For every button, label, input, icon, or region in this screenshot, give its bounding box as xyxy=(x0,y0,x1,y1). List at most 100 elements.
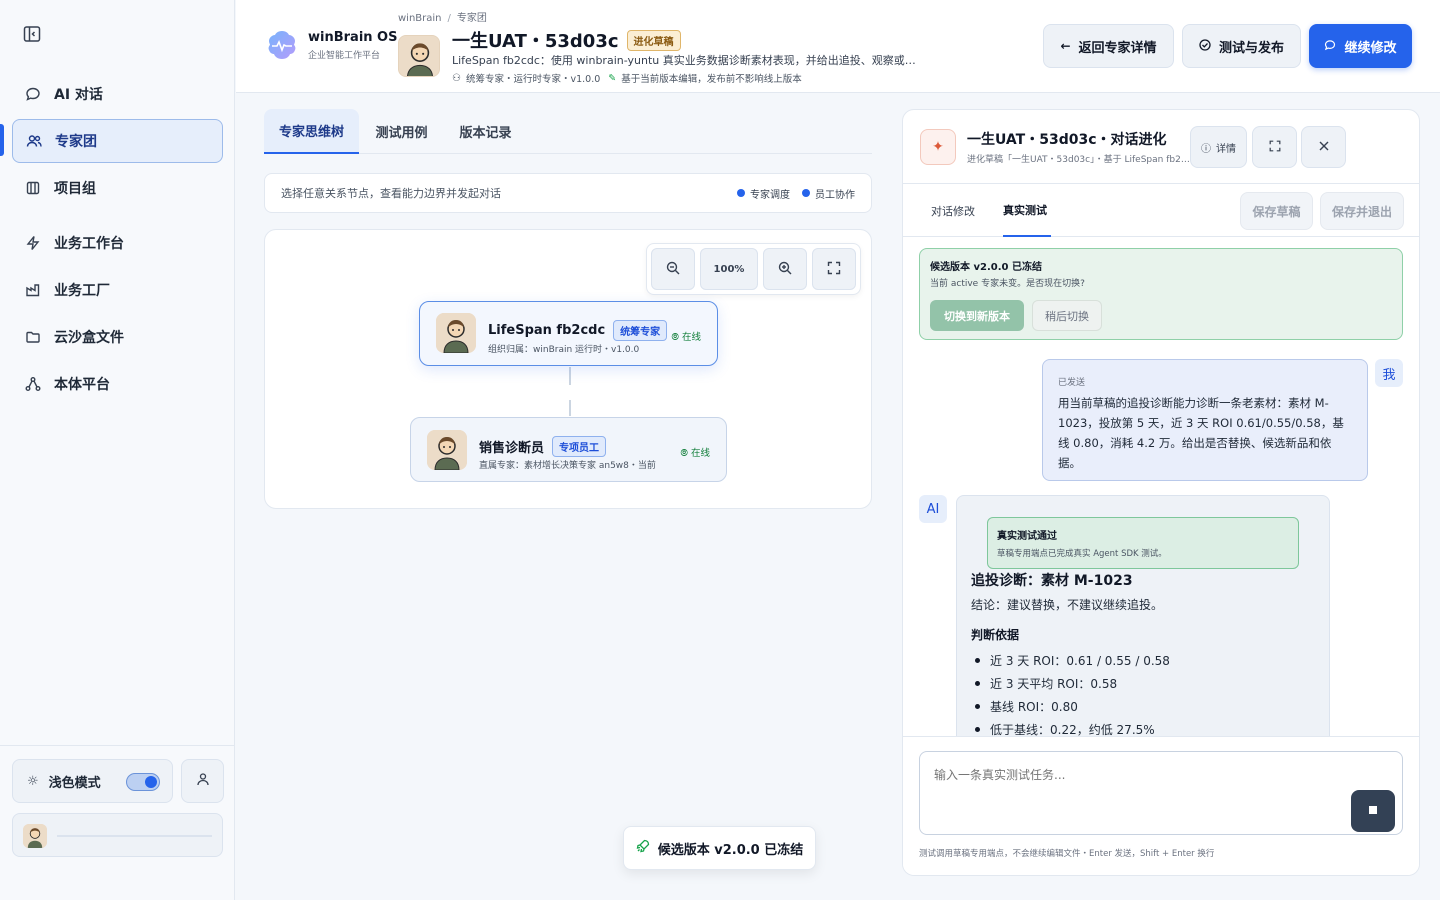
test-publish-button[interactable]: 测试与发布 xyxy=(1182,24,1301,68)
tab-test-cases[interactable]: 测试用例 xyxy=(364,109,439,154)
sidebar-item-project-group[interactable]: 项目组 xyxy=(12,166,223,210)
panel-close-button[interactable] xyxy=(1301,126,1346,168)
panel-expand-button[interactable] xyxy=(1252,126,1297,168)
breadcrumb-item[interactable]: winBrain xyxy=(398,13,442,24)
freeze-subtitle: 当前 active 专家未变。是否现在切换? xyxy=(930,279,1085,289)
test-pass-subtitle: 草稿专用端点已完成真实 Agent SDK 测试。 xyxy=(997,549,1167,559)
info-icon: ⓘ xyxy=(1201,143,1211,155)
zoom-in-icon xyxy=(777,260,793,279)
test-task-input[interactable] xyxy=(919,751,1403,835)
zoom-out-button[interactable] xyxy=(651,248,695,290)
folder-icon xyxy=(24,328,42,346)
node-title: 销售诊断员 专项员工 xyxy=(479,436,607,457)
continue-button-label: 继续修改 xyxy=(1344,40,1397,56)
switch-later-button[interactable]: 稍后切换 xyxy=(1032,300,1102,331)
sidebar-item-label: 业务工作台 xyxy=(54,236,124,252)
close-icon xyxy=(1318,140,1330,155)
list-item: 低于基线： 0.22，约低 27.5% xyxy=(971,718,1170,736)
sidebar-item-ai-chat[interactable]: AI 对话 xyxy=(12,72,223,116)
brand-subtitle: 企业智能工作平台 xyxy=(308,50,381,61)
node-subtitle: 组织归属：winBrain 运行时・v1.0.0 xyxy=(488,345,640,355)
sidebar-item-expert-team[interactable]: 专家团 xyxy=(12,119,223,163)
expert-avatar xyxy=(398,35,440,77)
node-role-badge: 统筹专家 xyxy=(613,320,668,341)
test-pass-notice: 真实测试通过 草稿专用端点已完成真实 Agent SDK 测试。 xyxy=(987,517,1299,569)
panel-detail-button[interactable]: ⓘ 详情 xyxy=(1190,126,1247,168)
user-role-badge: 我 xyxy=(1375,359,1403,387)
sun-icon: ☼ xyxy=(27,773,39,789)
tab-chat-edit[interactable]: 对话修改 xyxy=(931,184,979,237)
ai-role-badge: AI xyxy=(919,495,947,523)
tab-version-history[interactable]: 版本记录 xyxy=(448,109,523,154)
node-status: ⦾ 在线 xyxy=(671,329,701,343)
legend-item: 员工协作 xyxy=(815,189,855,201)
breadcrumb: winBrain / 专家团 xyxy=(398,13,487,24)
sidebar-item-factory[interactable]: 业务工厂 xyxy=(12,268,223,312)
fit-view-button[interactable] xyxy=(812,248,856,290)
zoom-in-button[interactable] xyxy=(763,248,807,290)
test-pass-title: 真实测试通过 xyxy=(997,531,1057,542)
arrow-left-icon: ← xyxy=(1060,39,1071,53)
node-role-badge: 专项员工 xyxy=(552,436,607,457)
ai-heading: 追投诊断：素材 M-1023 xyxy=(971,573,1133,589)
chat-composer: 测试调用草稿专用端点，不会继续编辑文件・Enter 发送，Shift + Ent… xyxy=(903,736,1419,875)
expand-icon xyxy=(826,260,842,279)
sidebar-item-ontology[interactable]: 本体平台 xyxy=(12,362,223,406)
zoom-controls: 100% xyxy=(646,243,861,295)
version-freeze-notice: 候选版本 v2.0.0 已冻结 当前 active 专家未变。是否现在切换? 切… xyxy=(919,248,1403,340)
node-title: LifeSpan fb2cdc 统筹专家 xyxy=(488,320,668,341)
node-name: LifeSpan fb2cdc xyxy=(488,323,606,338)
version-frozen-toast: 候选版本 v2.0.0 已冻结 xyxy=(623,826,816,870)
user-tag-icon: ⚇ xyxy=(452,72,461,84)
avatar xyxy=(23,824,47,848)
sidebar-item-workbench[interactable]: 业务工作台 xyxy=(12,221,223,265)
brand[interactable]: winBrain OS 企业智能工作平台 xyxy=(264,27,397,63)
tree-canvas[interactable]: 100% LifeSpan fb2cdc 统筹专家 组织归属：winBrain … xyxy=(264,229,872,509)
theme-toggle-button[interactable]: ☼ 浅色模式 xyxy=(12,759,173,803)
theme-switch[interactable] xyxy=(126,773,160,791)
toast-text: 候选版本 v2.0.0 已冻结 xyxy=(657,842,804,858)
test-button-label: 测试与发布 xyxy=(1218,40,1284,56)
expert-meta: ⚇ 统筹专家・运行时专家・v1.0.0 ✎ 基于当前版本编辑，发布前不影响线上版… xyxy=(452,71,802,86)
back-to-expert-button[interactable]: ← 返回专家详情 xyxy=(1043,24,1174,68)
tree-hint-bar: 选择任意关系节点，查看能力边界并发起对话 专家调度 员工协作 xyxy=(264,173,872,213)
sidebar-collapse-icon[interactable] xyxy=(22,24,42,44)
freeze-title: 候选版本 v2.0.0 已冻结 xyxy=(930,262,1042,273)
message-status: 已发送 xyxy=(1058,378,1086,388)
composer-hint: 测试调用草稿专用端点，不会继续编辑文件・Enter 发送，Shift + Ent… xyxy=(919,849,1215,859)
send-button[interactable] xyxy=(1351,790,1395,832)
avatar xyxy=(427,430,467,470)
pencil-icon: ✎ xyxy=(608,72,617,84)
sidebar-item-label: 项目组 xyxy=(54,181,96,197)
meta-note: 基于当前版本编辑，发布前不影响线上版本 xyxy=(621,74,802,85)
sidebar: AI 对话 专家团 项目组 业务工作台 业务工厂 云沙盒文件 本体平台 ☼ 浅色… xyxy=(0,0,235,900)
sidebar-item-sandbox-files[interactable]: 云沙盒文件 xyxy=(12,315,223,359)
tab-thought-tree[interactable]: 专家思维树 xyxy=(264,109,359,154)
tree-node-root[interactable]: LifeSpan fb2cdc 统筹专家 组织归属：winBrain 运行时・v… xyxy=(419,301,718,366)
page-title: 一生UAT・53d03c xyxy=(452,31,619,52)
chat-messages[interactable]: 候选版本 v2.0.0 已冻结 当前 active 专家未变。是否现在切换? 切… xyxy=(903,238,1419,736)
profile-card[interactable] xyxy=(12,813,223,857)
tree-node-child[interactable]: 销售诊断员 专项员工 直属专家：素材增长决策专家 an5w8・当前 ⦾ 在线 xyxy=(410,417,727,482)
board-icon xyxy=(24,179,42,197)
panel-title: 一生UAT・53d03c・对话进化 xyxy=(967,132,1167,148)
check-circle-icon xyxy=(1199,38,1211,54)
breadcrumb-item[interactable]: 专家团 xyxy=(457,13,487,24)
zoom-out-icon xyxy=(665,260,681,279)
save-exit-button[interactable]: 保存并退出 xyxy=(1320,192,1404,230)
brand-name: winBrain OS xyxy=(308,29,398,45)
profile-placeholder-line xyxy=(57,835,212,837)
user-message: 已发送 用当前草稿的追投诊断能力诊断一条老素材：素材 M-1023，投放第 5 … xyxy=(1042,359,1368,481)
sidebar-item-label: 业务工厂 xyxy=(54,283,110,299)
zoom-level[interactable]: 100% xyxy=(700,248,758,290)
switch-version-button[interactable]: 切换到新版本 xyxy=(930,300,1024,331)
tab-real-test[interactable]: 真实测试 xyxy=(1003,184,1051,237)
save-draft-button[interactable]: 保存草稿 xyxy=(1240,192,1313,230)
stop-icon xyxy=(1369,805,1377,817)
chat-icon xyxy=(1324,39,1336,54)
rocket-icon xyxy=(636,839,650,857)
continue-edit-button[interactable]: 继续修改 xyxy=(1309,24,1412,68)
user-settings-button[interactable] xyxy=(181,759,224,803)
ai-message: 真实测试通过 草稿专用端点已完成真实 Agent SDK 测试。 追投诊断：素材… xyxy=(956,495,1330,736)
ai-evidence-list: 近 3 天 ROI： 0.61 / 0.55 / 0.58 近 3 天平均 ROI… xyxy=(971,649,1170,736)
